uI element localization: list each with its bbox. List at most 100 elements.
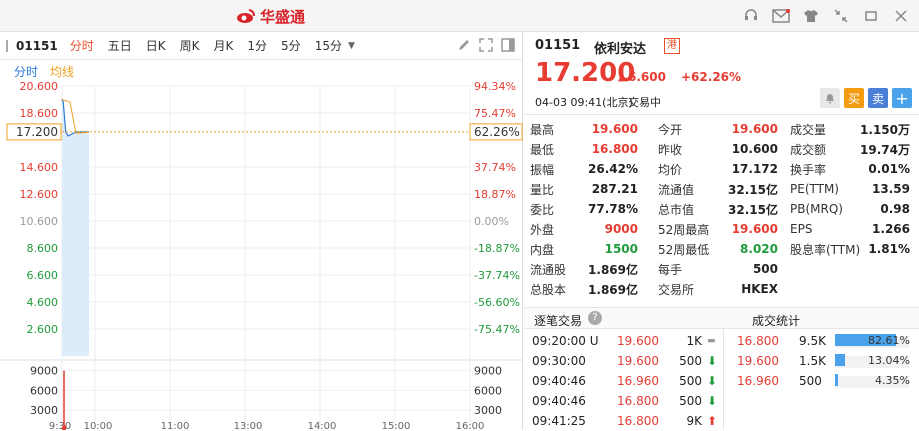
trade-row: 09:40:46 16.960 500 ⬇ [524,371,724,391]
price-tick-label: 4.600 [27,296,59,309]
chevron-down-icon[interactable]: ▼ [348,41,355,51]
volume-stat-row: 19.600 1.5K 13.04% [729,351,914,371]
shirt-icon[interactable] [801,6,821,26]
tab-1min[interactable]: 1分 [247,37,267,54]
price-area-fill [62,99,89,356]
stat-value: 26.42% [588,162,638,176]
tab-day-k[interactable]: 日K [146,37,166,54]
stat-item: 交易所 HKEX [658,279,778,299]
vol-tick-label-right: 3000 [474,404,502,417]
stat-label: 总市值 [658,202,695,217]
current-pct-label: 62.26% [474,125,520,139]
stat-item: 量比 287.21 [530,179,638,199]
x-tick-label: 10:00 [84,421,113,430]
volume-stat-row: 16.800 9.5K 82.61% [729,331,914,351]
stat-label: 内盘 [530,242,555,257]
trade-price: 16.800 [617,394,659,408]
trade-row: 09:41:25 16.800 9K ⬆ [524,411,724,431]
pct-tick-label: 94.34% [474,80,516,93]
volume-bar [64,425,66,430]
market-tag: 港 [664,38,680,54]
arrow-down-icon: ⬇ [707,374,718,388]
stat-label: 最高 [530,122,555,137]
stat-item: 成交额 19.74万 [790,139,910,159]
stat-label: 成交量 [790,122,827,137]
price-change-pct: +62.26% [681,70,742,84]
stat-label: 流通值 [658,182,695,197]
quote-time: 04-03 09:41(北京) [535,96,633,109]
panel-toggle-icon[interactable] [501,38,515,55]
stat-value: 32.15亿 [728,182,778,197]
trade-status: 交易中 [628,96,661,109]
chart-panel: 01151 分时 五日 日K 周K 月K 1分 5分 15分 ▼ 分时 均线 2… [0,32,523,430]
vol-tick-label: 3000 [30,404,58,417]
vol-stat-pct: 4.35% [875,374,910,387]
trade-volume: 500 [679,394,702,408]
pct-tick-label: -75.47% [474,323,520,336]
stat-value: 1.81% [868,242,910,256]
vol-stat-volume: 1.5K [799,354,826,368]
stat-value: 19.600 [731,222,778,236]
shrink-icon[interactable] [831,6,851,26]
stat-value: 19.74万 [860,142,910,157]
stat-label: 外盘 [530,222,555,237]
stat-label: PB(MRQ) [790,202,843,216]
trade-row: 09:20:00 U 19.600 1K ▬ [524,331,724,351]
tab-five-day[interactable]: 五日 [108,37,132,54]
stat-label: 成交额 [790,142,827,157]
toolbar-stock-code: 01151 [16,38,58,53]
tab-month-k[interactable]: 月K [214,37,234,54]
price-tick-label: 14.600 [20,161,59,174]
arrow-up-icon: ▲ [618,70,627,83]
stat-value: 32.15亿 [728,202,778,217]
vol-stat-pct: 82.61% [868,334,910,347]
tab-15min[interactable]: 15分 [315,37,342,54]
pct-tick-label: 37.74% [474,161,516,174]
stat-value: 9000 [604,222,638,236]
vol-stat-bar [835,354,845,366]
help-icon[interactable]: ? [588,311,602,325]
timeshare-chart[interactable]: 20.600 94.34% 18.600 75.47% 14.600 37.74% 12.6… [0,80,523,430]
alert-bell-icon[interactable] [820,88,840,108]
stat-label: EPS [790,222,813,236]
close-icon[interactable] [891,6,911,26]
app-logo: 华盛通 [236,6,305,26]
stat-value: 8.020 [740,242,778,256]
pen-icon[interactable] [457,38,471,55]
headset-icon[interactable] [741,6,761,26]
stat-value: 77.78% [588,202,638,216]
trade-time: 09:41:25 [532,414,586,428]
expand-icon[interactable] [479,38,493,55]
tick-trades-title: 逐笔交易 [534,314,583,328]
tab-week-k[interactable]: 周K [180,37,200,54]
add-watchlist-button[interactable]: + [892,88,912,108]
stat-value: 1.266 [872,222,910,236]
stats-grid: 最高 19.600 今开 19.600 成交量 1.150万 最低 16.800 昨收 10.60… [524,114,919,298]
arrow-up-icon: ⬆ [707,414,718,428]
trade-time: 09:30:00 [532,354,586,368]
trade-volume: 500 [679,374,702,388]
price-change: 6.600 [628,70,666,84]
pct-tick-label: -56.60% [474,296,520,309]
sell-button[interactable]: 卖 [868,88,888,108]
mail-icon[interactable] [771,6,791,26]
trade-time: 09:40:46 [532,394,586,408]
avg-line [61,99,90,134]
tab-timeshare[interactable]: 分时 [70,37,94,54]
stat-item: EPS 1.266 [790,219,910,239]
stat-value: 0.98 [880,202,910,216]
stat-value: 0.01% [868,162,910,176]
vol-stat-price: 19.600 [737,354,779,368]
trade-price: 16.960 [617,374,659,388]
minimize-icon[interactable] [861,6,881,26]
price-tick-label: 8.600 [27,242,59,255]
trade-price: 19.600 [617,334,659,348]
x-tick-label: 9:30 [49,421,71,430]
buy-button[interactable]: 买 [844,88,864,108]
stat-value: 1.150万 [860,122,910,137]
price-tick-label: 18.600 [20,107,59,120]
stat-item: 昨收 10.600 [658,139,778,159]
stat-value: HKEX [741,282,778,296]
vol-stat-pct: 13.04% [868,354,910,367]
tab-5min[interactable]: 5分 [281,37,301,54]
